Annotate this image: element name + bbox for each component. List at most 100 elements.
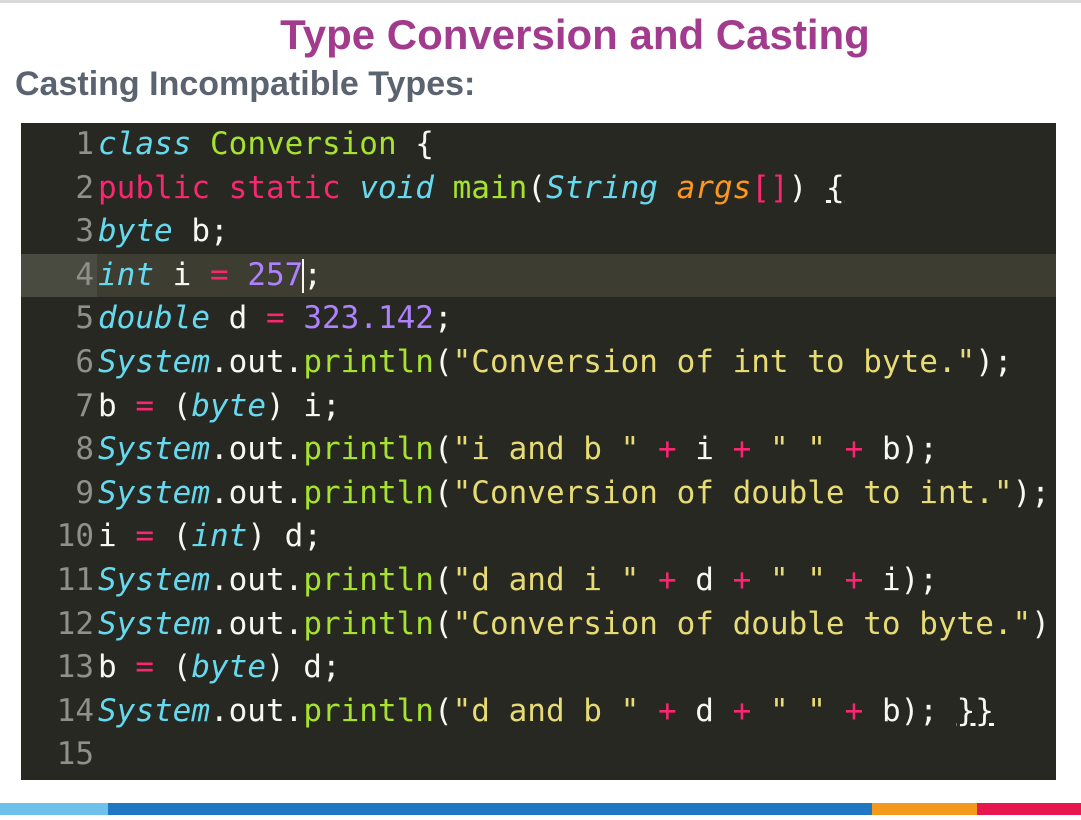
code-token: b); bbox=[863, 431, 938, 468]
code-token: = bbox=[210, 256, 229, 293]
top-divider bbox=[0, 0, 1081, 3]
code-text: int i = 257; bbox=[98, 254, 322, 297]
code-token: ( bbox=[433, 562, 453, 598]
code-token: byte bbox=[191, 649, 266, 686]
code-token: ) i; bbox=[265, 387, 341, 424]
code-token: " " bbox=[769, 431, 826, 468]
code-text: i = (int) d; bbox=[98, 515, 322, 558]
code-token: .out. bbox=[209, 474, 304, 511]
code-token: ; bbox=[303, 256, 323, 293]
code-text: System.out.println("d and b " + d + " " … bbox=[98, 690, 994, 733]
code-line[interactable]: 9 System.out.println("Conversion of doubl… bbox=[21, 472, 1056, 515]
code-line[interactable]: 14 System.out.println("d and b " + d + " … bbox=[21, 690, 1056, 733]
code-text: public static void main(String args[]) { bbox=[98, 167, 845, 210]
line-number: 2 bbox=[75, 169, 94, 206]
code-token: i bbox=[154, 256, 210, 293]
code-line[interactable]: 12 System.out.println("Conversion of doub… bbox=[21, 603, 1056, 646]
code-token: "i and b " bbox=[452, 431, 640, 468]
code-token: i); bbox=[863, 562, 938, 598]
code-line[interactable]: 13 b = (byte) d; bbox=[21, 646, 1056, 689]
code-line[interactable]: 5 double d = 323.142; bbox=[21, 297, 1056, 340]
code-token: ); bbox=[975, 344, 1013, 380]
code-token: double bbox=[98, 300, 210, 337]
code-line[interactable]: 2 public static void main(String args[]) … bbox=[21, 167, 1056, 210]
code-token: + bbox=[657, 692, 677, 729]
code-token: i bbox=[98, 518, 136, 555]
code-token: .out. bbox=[209, 605, 304, 642]
code-token: { bbox=[825, 169, 845, 206]
code-token: "d and i " bbox=[452, 562, 640, 598]
code-text: System.out.println("i and b " + i + " " … bbox=[98, 428, 938, 471]
code-token: + bbox=[732, 692, 752, 729]
code-token: 323.142 bbox=[303, 300, 434, 337]
code-line[interactable]: 8 System.out.println("i and b " + i + " "… bbox=[21, 428, 1056, 471]
code-token: println bbox=[303, 431, 434, 468]
code-token: " " bbox=[769, 562, 826, 598]
code-token: = bbox=[265, 300, 285, 337]
code-token: + bbox=[844, 562, 864, 598]
code-token: ( bbox=[433, 474, 453, 511]
code-token: ( bbox=[154, 649, 192, 686]
code-line[interactable]: 7b = (byte) i; bbox=[21, 385, 1056, 428]
footer-bar-segment bbox=[0, 803, 108, 815]
line-number: 1 bbox=[75, 126, 94, 162]
code-token: args bbox=[676, 169, 752, 206]
code-token: "Conversion of double to int." bbox=[452, 474, 1013, 511]
code-token: println bbox=[303, 562, 434, 598]
code-token: ( bbox=[154, 387, 192, 424]
code-token: = bbox=[135, 387, 154, 424]
code-token: ( bbox=[433, 431, 453, 468]
code-token: println bbox=[303, 605, 434, 642]
code-token: System bbox=[98, 692, 210, 729]
code-token: println bbox=[303, 692, 434, 729]
code-token: d bbox=[676, 562, 733, 598]
code-token: "Conversion of int to byte." bbox=[452, 344, 976, 380]
code-token: + bbox=[844, 692, 864, 729]
code-token: = bbox=[135, 518, 154, 555]
code-line[interactable]: 10 i = (int) d; bbox=[21, 515, 1056, 558]
line-number: 5 bbox=[75, 300, 94, 337]
code-token: + bbox=[844, 431, 864, 468]
code-token: ); bbox=[1031, 605, 1056, 642]
code-token: println bbox=[303, 474, 434, 511]
code-token: .out. bbox=[209, 344, 304, 380]
code-line[interactable]: 4 int i = 257; bbox=[21, 253, 1056, 297]
code-token: ) d; bbox=[247, 518, 322, 555]
code-token: = bbox=[135, 649, 154, 686]
code-token: ) bbox=[788, 169, 826, 206]
slide-subtitle: Casting Incompatible Types: bbox=[15, 65, 476, 103]
code-line[interactable]: 1 class Conversion { bbox=[21, 123, 1056, 166]
code-line[interactable]: 15 bbox=[21, 733, 1056, 776]
line-number: 13 bbox=[56, 649, 94, 686]
code-token: ( bbox=[154, 518, 192, 555]
code-token: .out. bbox=[209, 562, 304, 598]
code-line[interactable]: 11 System.out.println("d and i " + d + " … bbox=[21, 559, 1056, 602]
code-token: byte bbox=[191, 387, 266, 424]
code-token: System bbox=[98, 562, 210, 598]
code-text: System.out.println("d and i " + d + " " … bbox=[98, 559, 938, 602]
code-token: .out. bbox=[209, 431, 304, 468]
code-token: ; bbox=[433, 300, 453, 337]
code-token: byte bbox=[98, 213, 173, 250]
code-token: String bbox=[545, 169, 658, 206]
code-line[interactable]: 6 System.out.println("Conversion of int t… bbox=[21, 341, 1056, 384]
footer-bar-segment bbox=[872, 803, 977, 815]
line-number: 9 bbox=[75, 474, 94, 511]
code-token: .out. bbox=[209, 692, 304, 729]
code-text: byte b; bbox=[98, 210, 229, 253]
line-number: 8 bbox=[75, 431, 94, 468]
footer-bar-segment bbox=[977, 803, 1081, 815]
line-number: 10 bbox=[56, 518, 94, 555]
code-token: println bbox=[303, 344, 434, 380]
line-number: 4 bbox=[75, 256, 94, 293]
code-editor[interactable]: 1 class Conversion {2 public static void m… bbox=[21, 123, 1056, 780]
code-token: ) d; bbox=[265, 649, 341, 686]
code-line[interactable]: 3 byte b; bbox=[21, 210, 1056, 253]
